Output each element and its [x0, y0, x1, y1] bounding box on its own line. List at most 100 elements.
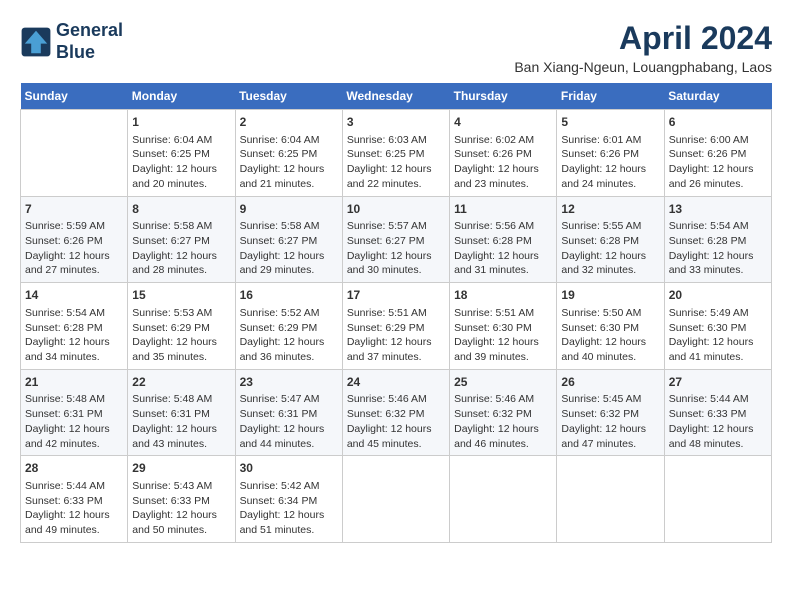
calendar-cell	[664, 456, 771, 543]
day-number: 26	[561, 374, 659, 391]
day-number: 5	[561, 114, 659, 131]
day-content: Sunrise: 5:57 AM Sunset: 6:27 PM Dayligh…	[347, 219, 445, 278]
calendar-cell: 28 Sunrise: 5:44 AM Sunset: 6:33 PM Dayli…	[21, 456, 128, 543]
day-header-monday: Monday	[128, 83, 235, 110]
day-content: Sunrise: 5:54 AM Sunset: 6:28 PM Dayligh…	[25, 306, 123, 365]
day-number: 4	[454, 114, 552, 131]
calendar-cell: 27Sunrise: 5:44 AM Sunset: 6:33 PM Dayli…	[664, 369, 771, 456]
day-content: Sunrise: 5:46 AM Sunset: 6:32 PM Dayligh…	[454, 392, 552, 451]
day-content: Sunrise: 5:54 AM Sunset: 6:28 PM Dayligh…	[669, 219, 767, 278]
calendar-week-5: 28 Sunrise: 5:44 AM Sunset: 6:33 PM Dayli…	[21, 456, 772, 543]
logo-icon	[20, 26, 52, 58]
day-number: 13	[669, 201, 767, 218]
calendar-cell: 14Sunrise: 5:54 AM Sunset: 6:28 PM Dayli…	[21, 283, 128, 370]
day-number: 12	[561, 201, 659, 218]
day-number: 10	[347, 201, 445, 218]
month-title: April 2024	[514, 20, 772, 57]
day-number: 2	[240, 114, 338, 131]
day-content: Sunrise: 5:53 AM Sunset: 6:29 PM Dayligh…	[132, 306, 230, 365]
day-content: Sunrise: 5:50 AM Sunset: 6:30 PM Dayligh…	[561, 306, 659, 365]
day-number: 9	[240, 201, 338, 218]
day-content: Sunrise: 5:51 AM Sunset: 6:30 PM Dayligh…	[454, 306, 552, 365]
day-content: Sunrise: 5:55 AM Sunset: 6:28 PM Dayligh…	[561, 219, 659, 278]
calendar-cell	[342, 456, 449, 543]
day-header-sunday: Sunday	[21, 83, 128, 110]
day-number: 3	[347, 114, 445, 131]
day-number: 1	[132, 114, 230, 131]
day-content: Sunrise: 6:01 AM Sunset: 6:26 PM Dayligh…	[561, 133, 659, 192]
day-content: Sunrise: 6:02 AM Sunset: 6:26 PM Dayligh…	[454, 133, 552, 192]
calendar-cell: 12Sunrise: 5:55 AM Sunset: 6:28 PM Dayli…	[557, 196, 664, 283]
calendar-cell: 23Sunrise: 5:47 AM Sunset: 6:31 PM Dayli…	[235, 369, 342, 456]
day-content: Sunrise: 6:04 AM Sunset: 6:25 PM Dayligh…	[240, 133, 338, 192]
calendar-cell: 3 Sunrise: 6:03 AM Sunset: 6:25 PM Daylig…	[342, 110, 449, 197]
calendar-cell: 8Sunrise: 5:58 AM Sunset: 6:27 PM Daylig…	[128, 196, 235, 283]
calendar-cell: 16Sunrise: 5:52 AM Sunset: 6:29 PM Dayli…	[235, 283, 342, 370]
day-number: 17	[347, 287, 445, 304]
calendar-week-1: 1 Sunrise: 6:04 AM Sunset: 6:25 PM Daylig…	[21, 110, 772, 197]
day-number: 7	[25, 201, 123, 218]
day-header-wednesday: Wednesday	[342, 83, 449, 110]
day-content: Sunrise: 5:48 AM Sunset: 6:31 PM Dayligh…	[25, 392, 123, 451]
day-number: 27	[669, 374, 767, 391]
calendar-body: 1 Sunrise: 6:04 AM Sunset: 6:25 PM Daylig…	[21, 110, 772, 543]
day-number: 25	[454, 374, 552, 391]
day-content: Sunrise: 5:52 AM Sunset: 6:29 PM Dayligh…	[240, 306, 338, 365]
calendar-cell: 5 Sunrise: 6:01 AM Sunset: 6:26 PM Daylig…	[557, 110, 664, 197]
day-content: Sunrise: 5:43 AM Sunset: 6:33 PM Dayligh…	[132, 479, 230, 538]
day-content: Sunrise: 5:42 AM Sunset: 6:34 PM Dayligh…	[240, 479, 338, 538]
calendar-cell	[450, 456, 557, 543]
day-content: Sunrise: 5:58 AM Sunset: 6:27 PM Dayligh…	[240, 219, 338, 278]
day-number: 23	[240, 374, 338, 391]
calendar-week-2: 7Sunrise: 5:59 AM Sunset: 6:26 PM Daylig…	[21, 196, 772, 283]
page-header: General Blue April 2024 Ban Xiang-Ngeun,…	[20, 20, 772, 75]
day-number: 11	[454, 201, 552, 218]
day-number: 22	[132, 374, 230, 391]
calendar-cell: 6Sunrise: 6:00 AM Sunset: 6:26 PM Daylig…	[664, 110, 771, 197]
day-content: Sunrise: 5:51 AM Sunset: 6:29 PM Dayligh…	[347, 306, 445, 365]
calendar-cell: 4 Sunrise: 6:02 AM Sunset: 6:26 PM Daylig…	[450, 110, 557, 197]
calendar-cell: 22Sunrise: 5:48 AM Sunset: 6:31 PM Dayli…	[128, 369, 235, 456]
calendar-cell: 15Sunrise: 5:53 AM Sunset: 6:29 PM Dayli…	[128, 283, 235, 370]
calendar-cell: 11Sunrise: 5:56 AM Sunset: 6:28 PM Dayli…	[450, 196, 557, 283]
calendar-cell: 17 Sunrise: 5:51 AM Sunset: 6:29 PM Dayli…	[342, 283, 449, 370]
day-content: Sunrise: 6:03 AM Sunset: 6:25 PM Dayligh…	[347, 133, 445, 192]
day-content: Sunrise: 5:44 AM Sunset: 6:33 PM Dayligh…	[25, 479, 123, 538]
day-content: Sunrise: 5:48 AM Sunset: 6:31 PM Dayligh…	[132, 392, 230, 451]
calendar-cell: 24Sunrise: 5:46 AM Sunset: 6:32 PM Dayli…	[342, 369, 449, 456]
calendar-cell: 21Sunrise: 5:48 AM Sunset: 6:31 PM Dayli…	[21, 369, 128, 456]
day-number: 19	[561, 287, 659, 304]
calendar-cell: 20 Sunrise: 5:49 AM Sunset: 6:30 PM Dayli…	[664, 283, 771, 370]
day-number: 20	[669, 287, 767, 304]
day-content: Sunrise: 5:44 AM Sunset: 6:33 PM Dayligh…	[669, 392, 767, 451]
day-number: 28	[25, 460, 123, 477]
day-content: Sunrise: 5:45 AM Sunset: 6:32 PM Dayligh…	[561, 392, 659, 451]
day-header-saturday: Saturday	[664, 83, 771, 110]
day-header-friday: Friday	[557, 83, 664, 110]
day-content: Sunrise: 5:59 AM Sunset: 6:26 PM Dayligh…	[25, 219, 123, 278]
calendar-cell	[557, 456, 664, 543]
calendar-cell: 29Sunrise: 5:43 AM Sunset: 6:33 PM Dayli…	[128, 456, 235, 543]
day-header-tuesday: Tuesday	[235, 83, 342, 110]
calendar-cell: 25Sunrise: 5:46 AM Sunset: 6:32 PM Dayli…	[450, 369, 557, 456]
calendar-table: SundayMondayTuesdayWednesdayThursdayFrid…	[20, 83, 772, 543]
title-block: April 2024 Ban Xiang-Ngeun, Louangphaban…	[514, 20, 772, 75]
calendar-cell: 30Sunrise: 5:42 AM Sunset: 6:34 PM Dayli…	[235, 456, 342, 543]
day-content: Sunrise: 6:04 AM Sunset: 6:25 PM Dayligh…	[132, 133, 230, 192]
logo: General Blue	[20, 20, 123, 63]
day-content: Sunrise: 5:49 AM Sunset: 6:30 PM Dayligh…	[669, 306, 767, 365]
calendar-cell: 1 Sunrise: 6:04 AM Sunset: 6:25 PM Daylig…	[128, 110, 235, 197]
logo-text: General Blue	[56, 20, 123, 63]
calendar-cell: 10Sunrise: 5:57 AM Sunset: 6:27 PM Dayli…	[342, 196, 449, 283]
day-content: Sunrise: 5:56 AM Sunset: 6:28 PM Dayligh…	[454, 219, 552, 278]
day-number: 18	[454, 287, 552, 304]
calendar-cell: 26Sunrise: 5:45 AM Sunset: 6:32 PM Dayli…	[557, 369, 664, 456]
day-header-thursday: Thursday	[450, 83, 557, 110]
day-number: 21	[25, 374, 123, 391]
calendar-cell: 18 Sunrise: 5:51 AM Sunset: 6:30 PM Dayli…	[450, 283, 557, 370]
day-content: Sunrise: 5:58 AM Sunset: 6:27 PM Dayligh…	[132, 219, 230, 278]
day-number: 6	[669, 114, 767, 131]
day-content: Sunrise: 5:46 AM Sunset: 6:32 PM Dayligh…	[347, 392, 445, 451]
day-number: 8	[132, 201, 230, 218]
calendar-cell: 13Sunrise: 5:54 AM Sunset: 6:28 PM Dayli…	[664, 196, 771, 283]
